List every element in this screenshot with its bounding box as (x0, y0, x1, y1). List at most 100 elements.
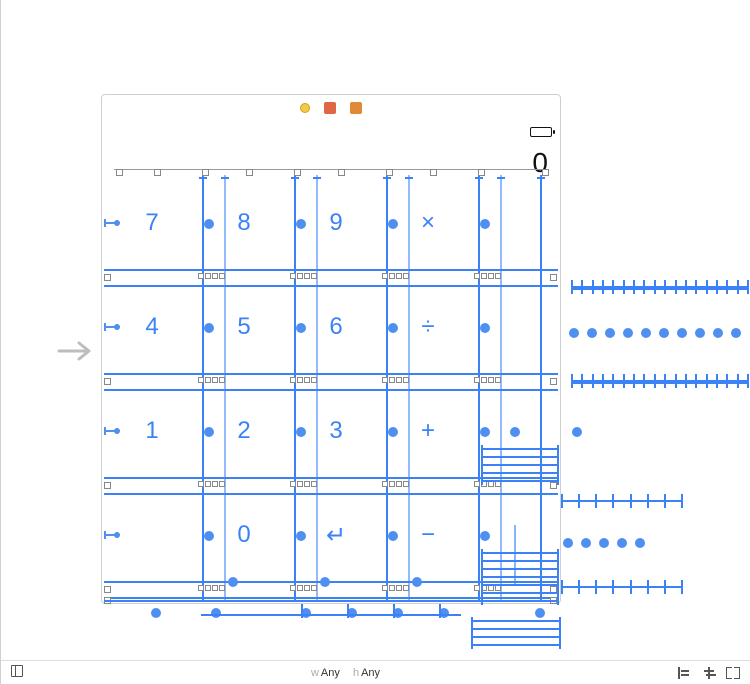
constraint-cap (497, 177, 505, 179)
overflow-measure-top2 (571, 378, 747, 388)
key-6[interactable]: 6 (304, 305, 368, 349)
constraint-dot-icon (320, 577, 330, 587)
selection-handle[interactable] (386, 169, 393, 176)
key-5[interactable]: 5 (212, 305, 276, 349)
scene-icon-circle (300, 103, 310, 113)
selection-handle[interactable] (550, 274, 557, 281)
selection-handle[interactable] (246, 169, 253, 176)
selection-handle[interactable] (550, 482, 557, 489)
constraint-cap (405, 177, 413, 179)
overflow-rails-row4 (481, 552, 559, 602)
selection-handle[interactable] (154, 169, 161, 176)
key-enter[interactable]: ↵ (304, 513, 368, 557)
key-0[interactable]: 0 (212, 513, 276, 557)
key-multiply[interactable]: × (396, 201, 460, 245)
selection-handle-multi[interactable] (290, 481, 317, 487)
constraint-dot-icon (535, 608, 545, 618)
key-blank-r1c4 (488, 305, 552, 349)
key-plus[interactable]: + (396, 409, 460, 453)
selection-handle-multi[interactable] (382, 377, 409, 383)
selection-handle-multi[interactable] (198, 273, 225, 279)
selection-handle[interactable] (478, 169, 485, 176)
key-4[interactable]: 4 (120, 305, 184, 349)
leading-pin-icon (104, 323, 116, 331)
selection-handle-multi[interactable] (474, 377, 501, 383)
key-equal[interactable] (488, 513, 552, 557)
vertical-constraint-guide (393, 604, 395, 618)
scene-icon-first-responder (324, 102, 336, 114)
constraint-dot-icon (510, 427, 520, 437)
leading-pin-icon (104, 531, 116, 539)
constraint-cap (199, 177, 207, 179)
horizontal-constraint-guide (104, 493, 558, 495)
overflow-ticks-top (571, 280, 747, 296)
selection-handle[interactable] (294, 169, 301, 176)
overflow-ticks-mid2 (561, 580, 681, 596)
horizontal-constraint-guide (104, 373, 558, 375)
constraint-cap (291, 177, 299, 179)
selection-handle[interactable] (550, 378, 557, 385)
key-9[interactable]: 9 (304, 201, 368, 245)
constraint-cap (383, 177, 391, 179)
scene-icon-exit (350, 102, 362, 114)
horizontal-constraint-guide (104, 269, 558, 271)
key-3[interactable]: 3 (304, 409, 368, 453)
overflow-rails-below (471, 620, 561, 646)
constraint-cap (221, 177, 229, 179)
selection-handle-multi[interactable] (198, 377, 225, 383)
selection-handle[interactable] (202, 169, 209, 176)
resolve-issues-icon[interactable] (726, 667, 740, 679)
selection-handle-multi[interactable] (382, 481, 409, 487)
initial-vc-arrow-icon (57, 340, 91, 362)
selection-handle-multi[interactable] (474, 273, 501, 279)
overflow-ticks-mid (561, 494, 681, 510)
key-1[interactable]: 1 (120, 409, 184, 453)
selection-handle[interactable] (542, 169, 549, 176)
keypad-container: 789 × 456 ÷ 123 +0 ↵− (102, 169, 560, 605)
selection-handle-multi[interactable] (290, 377, 317, 383)
align-icon[interactable] (678, 667, 692, 679)
selection-handle-multi[interactable] (198, 481, 225, 487)
key-blank-r2c4 (488, 409, 552, 453)
battery-icon (530, 127, 552, 137)
selection-handle-multi[interactable] (382, 273, 409, 279)
overflow-dots-mid (563, 538, 645, 548)
selection-handle-multi[interactable] (290, 273, 317, 279)
size-class-indicator[interactable]: wAny hAny (311, 667, 390, 679)
vertical-constraint-guide (301, 604, 303, 618)
constraint-dot-icon (211, 608, 221, 618)
overflow-rails-row3 (481, 448, 559, 482)
constraint-dot-icon (412, 577, 422, 587)
selection-handle[interactable] (116, 169, 123, 176)
key-minus[interactable]: − (396, 513, 460, 557)
pin-icon[interactable] (702, 667, 716, 679)
constraint-cap (537, 177, 545, 179)
horizontal-constraint-guide (104, 285, 558, 287)
constraint-cap (313, 177, 321, 179)
storyboard-canvas[interactable]: 0 789×456÷123+0↵− null (0, 0, 750, 684)
key-divide[interactable]: ÷ (396, 305, 460, 349)
selection-handle[interactable] (104, 378, 111, 385)
status-bar (102, 121, 560, 143)
constraint-dot-icon (228, 577, 238, 587)
constraint-dot-icon (151, 608, 161, 618)
key-2[interactable]: 2 (212, 409, 276, 453)
key-7[interactable]: 7 (120, 201, 184, 245)
selection-handle[interactable] (338, 169, 345, 176)
editor-bottom-bar: wAny hAny (1, 660, 750, 684)
selection-handle[interactable] (104, 274, 111, 281)
selection-handle-multi[interactable] (382, 585, 409, 591)
key-8[interactable]: 8 (212, 201, 276, 245)
overflow-dots-top (569, 328, 741, 338)
constraint-dot-icon (572, 427, 582, 437)
horizontal-constraint-guide (104, 389, 558, 391)
selection-handle-multi[interactable] (198, 585, 225, 591)
document-outline-toggle-icon[interactable] (11, 665, 23, 677)
selection-handle[interactable] (430, 169, 437, 176)
selection-handle[interactable] (104, 482, 111, 489)
leading-pin-icon (104, 427, 116, 435)
selection-handle[interactable] (104, 586, 111, 593)
constraint-cap (475, 177, 483, 179)
view-controller-frame[interactable]: 0 789 × 456 ÷ 123 +0 ↵− (101, 94, 561, 604)
selection-handle-multi[interactable] (290, 585, 317, 591)
